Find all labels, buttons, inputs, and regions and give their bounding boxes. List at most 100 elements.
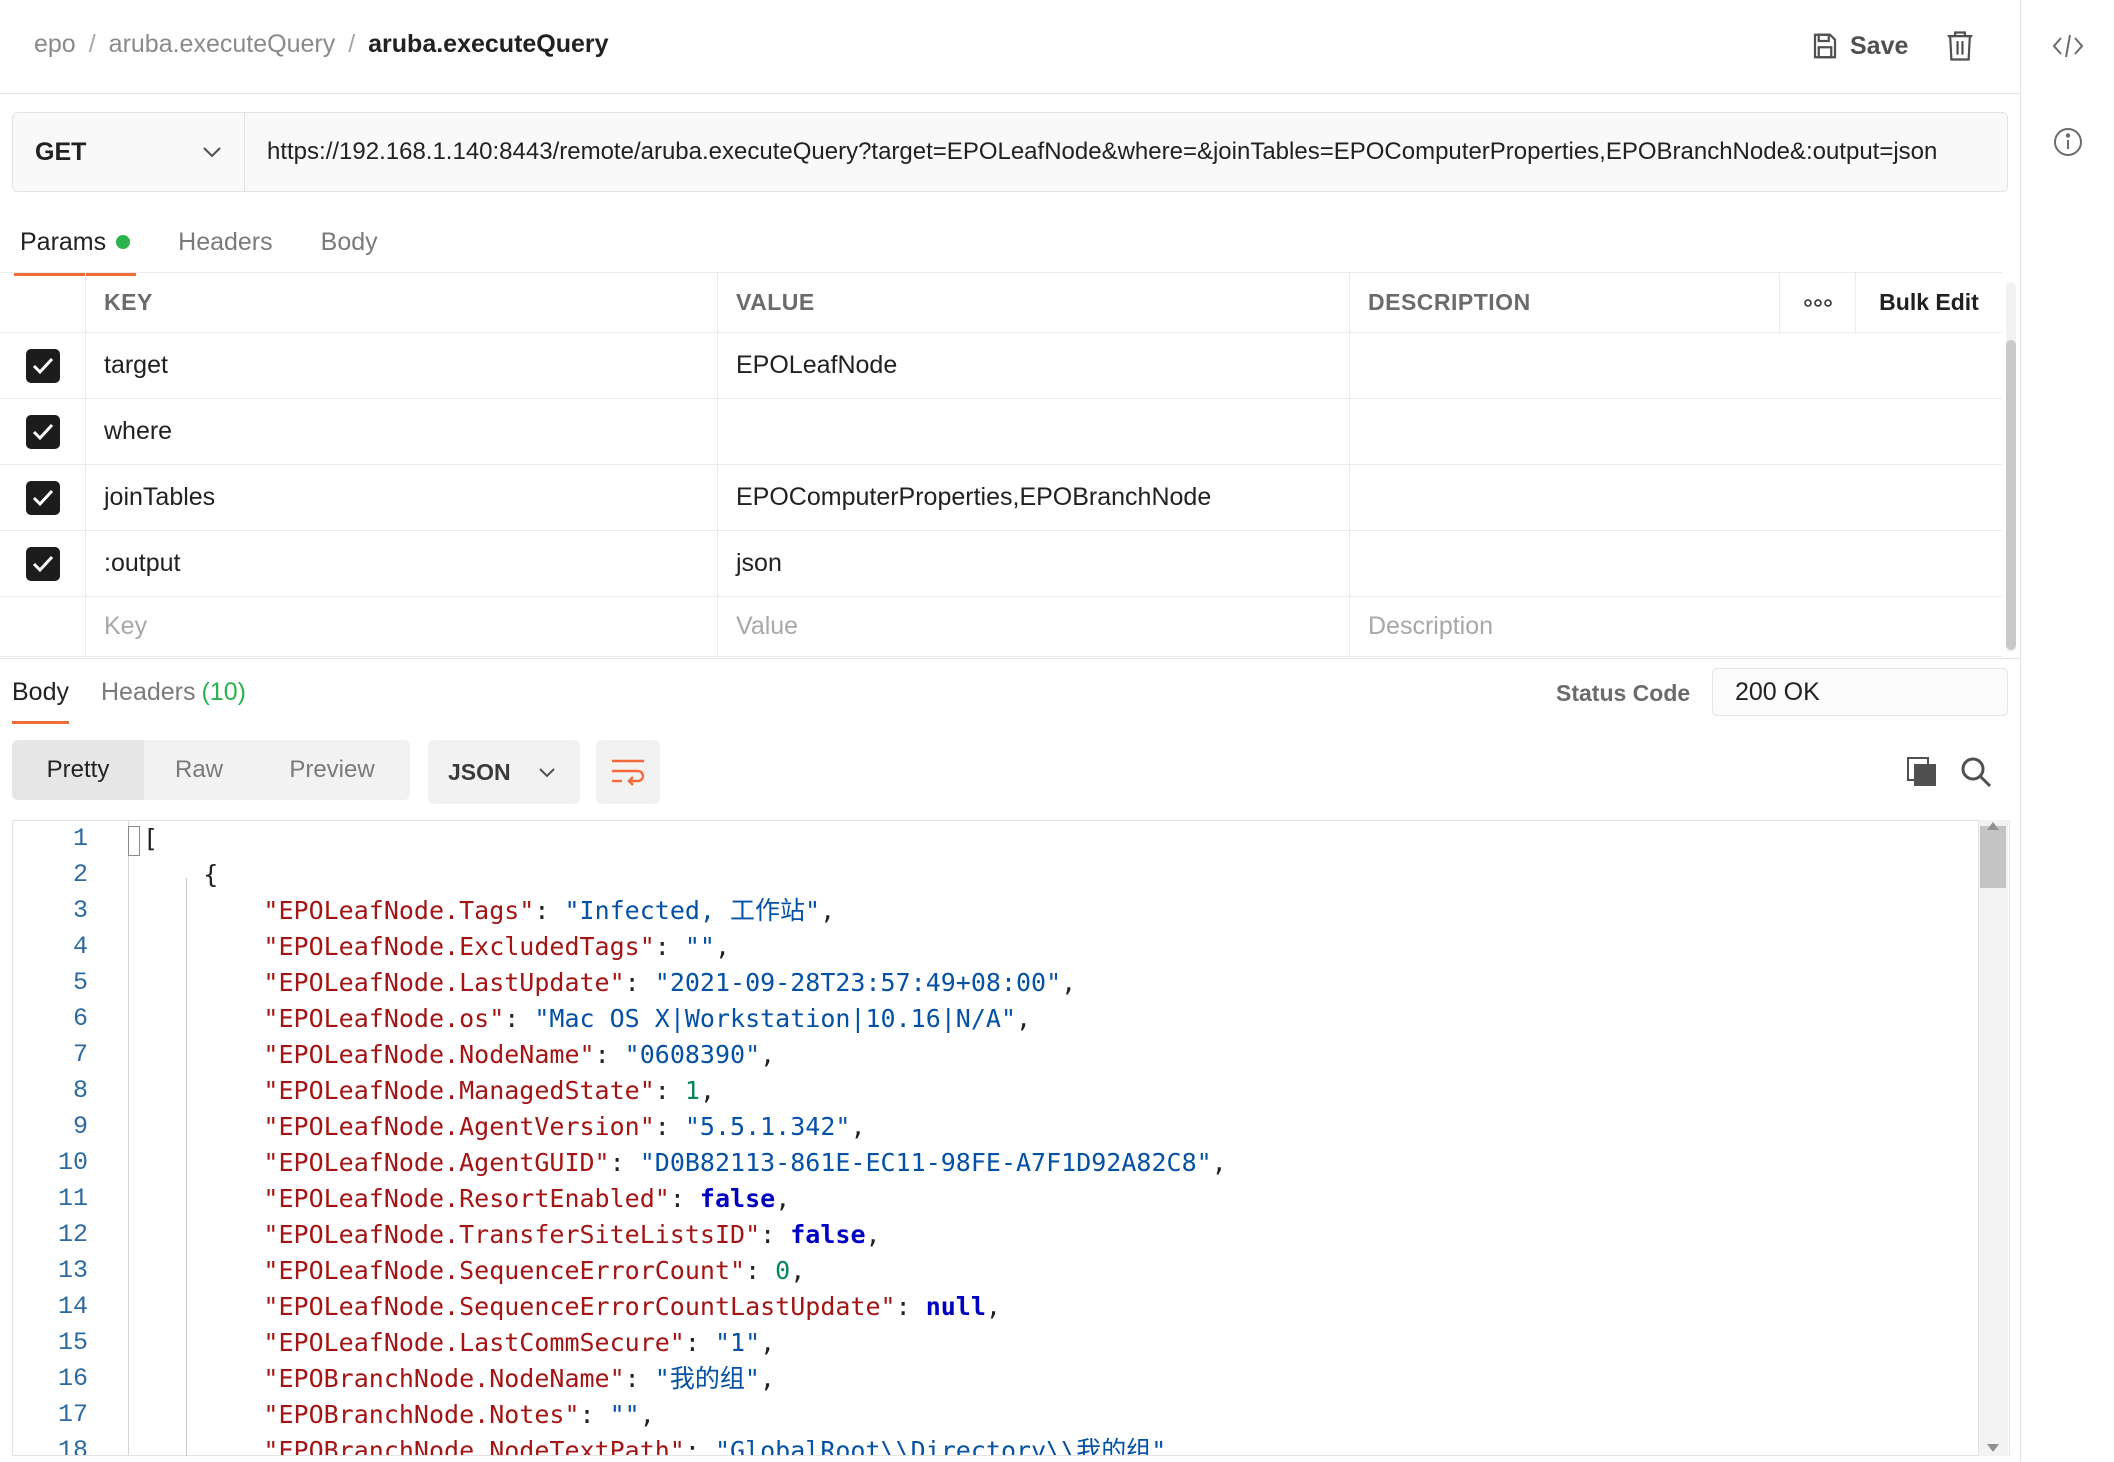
checkmark-icon [32,357,53,374]
right-sidebar [2020,0,2114,1462]
line-number: 11 [57,1184,88,1213]
tab-response-headers[interactable]: Headers (10) [101,674,246,710]
param-checkbox[interactable] [25,546,60,581]
code-line: "EPOBranchNode.Notes": "", [263,1400,655,1429]
info-button[interactable] [2048,122,2088,162]
column-header-description: DESCRIPTION [1350,273,1780,332]
tab-headers-label: Headers [178,227,273,256]
param-value-input[interactable]: Value [718,597,1350,656]
param-checkbox-cell [0,333,86,398]
response-body-editor[interactable]: 1 2 3 4 5 6 7 8 9 10 11 12 13 14 15 16 17 18 [ { "EPOLeaf… [12,820,2010,1456]
format-label: JSON [448,758,511,785]
tab-params[interactable]: Params [13,222,137,276]
param-value[interactable]: EPOLeafNode [718,333,1350,398]
code-icon [2052,34,2084,58]
param-checkbox-cell [0,465,86,530]
code-line: "EPOLeafNode.NodeName": "0608390", [263,1040,776,1069]
method-select[interactable]: GET [13,113,245,191]
view-pretty[interactable]: Pretty [12,740,144,800]
method-label: GET [35,137,87,166]
status-code-value: 200 OK [1712,668,2008,716]
code-line: "EPOLeafNode.AgentVersion": "5.5.1.342", [263,1112,866,1141]
copy-button[interactable] [1902,752,1942,792]
line-number: 18 [57,1436,88,1456]
status-code-label: Status Code [1556,679,1691,706]
save-icon [1813,33,1837,59]
line-number: 8 [72,1076,88,1105]
breadcrumb-item-folder[interactable]: aruba.executeQuery [109,30,336,59]
search-button[interactable] [1956,752,1996,792]
column-options-button[interactable] [1780,273,1856,332]
code-line: "EPOLeafNode.ExcludedTags": "", [263,932,731,961]
save-button[interactable]: Save [1810,26,1908,66]
line-number: 9 [72,1112,88,1141]
scroll-up-arrow[interactable] [1987,822,1999,830]
request-tabs: Params Headers Body [13,222,378,278]
param-key[interactable]: joinTables [86,465,718,530]
param-key[interactable]: :output [86,531,718,596]
line-number: 15 [57,1328,88,1357]
header-checkbox-cell [0,273,86,332]
param-checkbox-cell [0,531,86,596]
bulk-edit-button[interactable]: Bulk Edit [1856,273,2002,332]
line-number: 16 [57,1364,88,1393]
code-line: [ [143,824,159,853]
param-description-input[interactable]: Description [1350,597,2002,656]
url-text: https://192.168.1.140:8443/remote/aruba.… [267,138,1938,165]
params-active-dot [116,235,131,249]
breadcrumb-separator: / [88,30,96,58]
tab-response-headers-label: Headers [100,677,196,706]
param-key[interactable]: target [86,333,718,398]
column-header-value: VALUE [718,273,1350,332]
format-select[interactable]: JSON [428,740,580,804]
trash-icon [1947,31,1973,61]
response-divider[interactable] [0,658,2020,659]
url-input[interactable]: https://192.168.1.140:8443/remote/aruba.… [245,113,2007,191]
param-checkbox[interactable] [25,480,60,515]
tab-response-body[interactable]: Body [12,674,69,724]
chevron-down-icon [203,147,221,158]
param-new-row: Key Value Description [0,597,2002,657]
tab-body[interactable]: Body [321,222,378,262]
param-value[interactable]: EPOComputerProperties,EPOBranchNode [718,465,1350,530]
param-checkbox[interactable] [25,414,60,449]
code-scrollbar-thumb[interactable] [1980,826,2006,888]
tab-body-label: Body [320,227,378,256]
param-value[interactable]: json [718,531,1350,596]
param-row: target EPOLeafNode [0,333,2002,399]
param-description[interactable] [1350,333,2002,398]
code-line: { [143,860,219,889]
param-key-input[interactable]: Key [86,597,718,656]
headers-count-badge: (10) [201,677,246,706]
wrap-lines-button[interactable] [596,740,660,804]
line-number: 4 [72,932,88,961]
param-description[interactable] [1350,531,2002,596]
code-line: "EPOLeafNode.LastUpdate": "2021-09-28T23… [263,968,1077,997]
search-icon [1961,757,1992,788]
code-line: "EPOBranchNode.NodeTextPath": "GlobalRoo… [263,1436,1182,1456]
param-description[interactable] [1350,465,2002,530]
copy-icon [1907,757,1936,786]
line-number: 3 [72,896,88,925]
tab-headers[interactable]: Headers [178,222,273,262]
param-value[interactable] [718,399,1350,464]
scroll-down-arrow[interactable] [1987,1444,1999,1452]
param-checkbox-cell [0,399,86,464]
indent-guide [186,878,187,1456]
view-raw[interactable]: Raw [144,740,254,800]
param-description[interactable] [1350,399,2002,464]
response-tabs: Body Headers (10) [12,674,246,724]
delete-button[interactable] [1940,26,1980,66]
params-scrollbar-thumb[interactable] [2006,340,2016,650]
breadcrumb-item-request[interactable]: aruba.executeQuery [368,30,608,59]
code-line: "EPOLeafNode.LastCommSecure": "1", [263,1328,776,1357]
param-checkbox[interactable] [25,348,60,383]
code-line: "EPOBranchNode.NodeName": "我的组", [263,1364,775,1393]
breadcrumb-item-collection[interactable]: epo [34,30,76,59]
code-scrollbar-track[interactable] [1978,820,2008,1456]
code-area[interactable]: [ { "EPOLeafNode.Tags": "Infected, 工作站",… [129,821,1981,1455]
code-snippet-button[interactable] [2048,26,2088,66]
param-key[interactable]: where [86,399,718,464]
breadcrumb: epo / aruba.executeQuery / aruba.execute… [34,30,609,59]
view-preview[interactable]: Preview [254,740,410,800]
